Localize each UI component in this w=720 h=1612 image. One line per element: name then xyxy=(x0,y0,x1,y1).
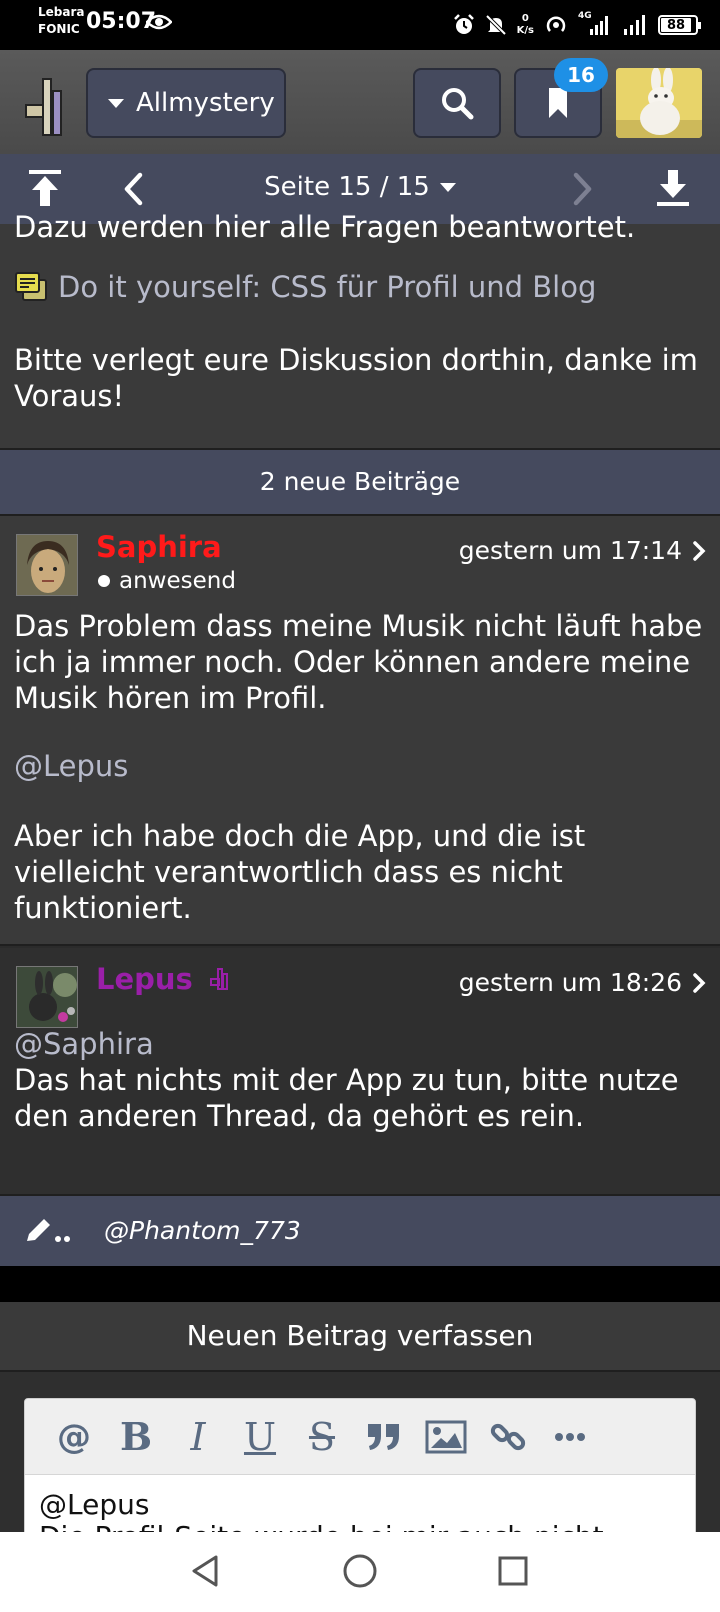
author-name[interactable]: Saphira xyxy=(96,530,222,564)
status-label: anwesend xyxy=(119,568,236,594)
editor-toolbar: @ B I U S xyxy=(25,1399,695,1475)
network-speed-unit: K/s xyxy=(516,25,534,36)
chevron-right-icon xyxy=(693,540,706,561)
bookmark-count-badge: 16 xyxy=(554,58,608,92)
triangle-back-icon[interactable] xyxy=(190,1554,220,1588)
more-icon[interactable] xyxy=(539,1407,601,1467)
image-glyph xyxy=(425,1420,467,1453)
strikethrough-label: S xyxy=(308,1414,336,1459)
at-label: @ xyxy=(57,1416,91,1457)
chevron-right-icon xyxy=(693,972,706,993)
hotspot-icon xyxy=(546,16,566,32)
app-screen: Lebara FONIC 05:07 0 K/s 4G 88 Allmyster… xyxy=(0,0,720,1612)
post-timestamp[interactable]: gestern um 18:26 xyxy=(459,968,706,997)
new-posts-divider[interactable]: 2 neue Beiträge xyxy=(0,448,720,516)
carrier-line-2: FONIC xyxy=(38,22,80,36)
strikethrough-icon[interactable]: S xyxy=(291,1407,353,1467)
mention-link[interactable]: @Lepus xyxy=(14,748,704,784)
typing-user[interactable]: @Phantom_773 xyxy=(104,1216,301,1245)
typing-indicator: @Phantom_773 xyxy=(0,1196,720,1266)
underline-icon[interactable]: U xyxy=(229,1407,291,1467)
allmystery-logo[interactable] xyxy=(25,77,65,137)
mention-link[interactable]: @Saphira xyxy=(14,1026,704,1062)
at-icon[interactable]: @ xyxy=(43,1407,105,1467)
ellipsis-glyph xyxy=(555,1432,585,1441)
post: Lepus gestern um 18:26 @Saphira Das hat … xyxy=(0,948,720,1196)
eye-icon xyxy=(146,14,172,30)
avatar[interactable] xyxy=(16,534,78,596)
carrier-line-1: Lebara xyxy=(38,5,85,19)
pencil-icon xyxy=(27,1219,70,1242)
signal-bars-icon xyxy=(624,15,645,35)
rabbit-avatar-image xyxy=(616,68,702,138)
compose-title: Neuen Beitrag verfassen xyxy=(0,1302,720,1372)
previous-post: Dazu werden hier alle Fragen beantwortet… xyxy=(0,210,720,448)
alarm-icon xyxy=(453,14,474,34)
app-header: Allmystery 16 xyxy=(0,50,720,154)
post-text: Bitte verlegt eure Diskussion dorthin, d… xyxy=(14,343,698,413)
link-glyph xyxy=(490,1423,526,1450)
timestamp-label: gestern um 17:14 xyxy=(458,536,682,565)
chevron-right-icon xyxy=(573,172,592,206)
system-nav-bar xyxy=(0,1532,720,1612)
bold-label: B xyxy=(119,1414,153,1459)
site-selector-button[interactable]: Allmystery xyxy=(86,68,286,138)
carrier-label: Lebara FONIC xyxy=(38,4,85,38)
forum-thread-icon xyxy=(15,272,47,301)
post: Saphira anwesend gestern um 17:14 Das Pr… xyxy=(0,516,720,946)
compose-area: @ B I U S @Lepus xyxy=(0,1372,720,1598)
thread-link-label: Do it yourself: CSS für Profil und Blog xyxy=(58,270,597,304)
site-name: Allmystery xyxy=(136,88,275,118)
status-icons: 0 K/s 4G 88 xyxy=(453,10,701,40)
online-status: anwesend xyxy=(98,568,236,594)
quote-icon[interactable] xyxy=(353,1407,415,1467)
editor-line: @Lepus xyxy=(39,1488,150,1521)
underline-label: U xyxy=(243,1414,277,1459)
thread-link[interactable]: Do it yourself: CSS für Profil und Blog xyxy=(14,270,596,304)
lepus-avatar-image xyxy=(17,967,77,1027)
page-label: Seite 15 / 15 xyxy=(264,172,430,202)
section-divider xyxy=(0,1266,720,1302)
download-icon[interactable] xyxy=(656,168,690,208)
author-name[interactable]: Lepus xyxy=(96,962,229,996)
status-dot-icon xyxy=(98,575,110,587)
cell-signal-1: 4G xyxy=(578,11,612,37)
circle-home-icon[interactable] xyxy=(342,1553,378,1589)
page-selector[interactable]: Seite 15 / 15 xyxy=(0,172,720,202)
italic-icon[interactable]: I xyxy=(167,1407,229,1467)
battery-level: 88 xyxy=(666,17,686,33)
signal-bars-icon xyxy=(590,16,608,35)
timestamp-label: gestern um 18:26 xyxy=(458,968,682,997)
author-name-label: Lepus xyxy=(96,962,193,996)
post-text: Das hat nichts mit der App zu tun, bitte… xyxy=(14,1063,679,1133)
italic-label: I xyxy=(190,1414,206,1459)
logo-badge-icon xyxy=(209,968,228,990)
quote-glyph xyxy=(368,1423,399,1450)
link-icon[interactable] xyxy=(477,1407,539,1467)
bold-icon[interactable]: B xyxy=(105,1407,167,1467)
image-icon[interactable] xyxy=(415,1407,477,1467)
bookmark-icon xyxy=(549,88,567,118)
post-timestamp[interactable]: gestern um 17:14 xyxy=(459,536,706,565)
post-text: Das Problem dass meine Musik nicht läuft… xyxy=(14,609,703,715)
user-avatar[interactable] xyxy=(616,68,702,138)
caret-down-icon xyxy=(439,183,456,192)
network-speed: 0 K/s xyxy=(517,13,534,37)
search-icon xyxy=(442,88,474,120)
square-recent-icon[interactable] xyxy=(498,1556,528,1586)
saphira-avatar-image xyxy=(17,535,77,595)
caret-down-icon xyxy=(108,98,124,108)
battery-indicator: 88 xyxy=(658,15,701,35)
network-speed-value: 0 xyxy=(521,13,529,24)
avatar[interactable] xyxy=(16,966,78,1028)
post-text-cutoff: Dazu werden hier alle Fragen beantwortet… xyxy=(14,210,636,244)
search-button[interactable] xyxy=(413,68,501,138)
mute-icon xyxy=(485,14,507,36)
status-bar: Lebara FONIC 05:07 0 K/s 4G 88 xyxy=(0,0,720,50)
post-text: Aber ich habe doch die App, und die ist … xyxy=(14,819,586,925)
